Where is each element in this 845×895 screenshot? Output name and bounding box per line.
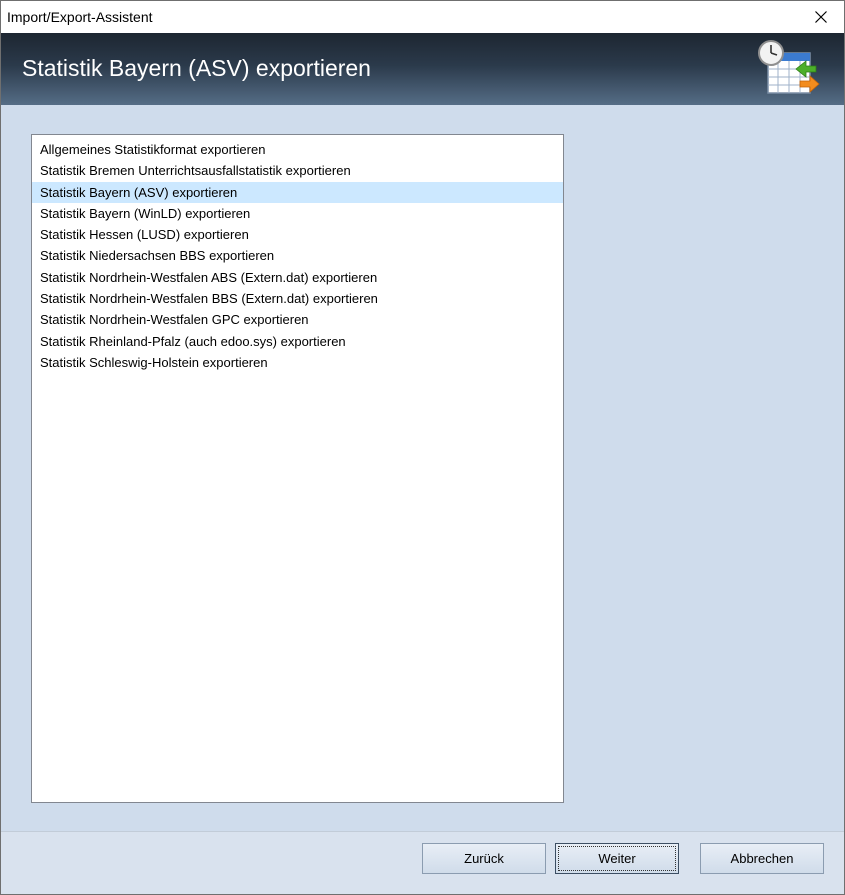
back-button[interactable]: Zurück xyxy=(422,843,546,874)
list-item[interactable]: Statistik Rheinland-Pfalz (auch edoo.sys… xyxy=(32,331,563,352)
list-item[interactable]: Statistik Nordrhein-Westfalen ABS (Exter… xyxy=(32,267,563,288)
list-item[interactable]: Statistik Bremen Unterrichtsausfallstati… xyxy=(32,160,563,181)
button-bar: Zurück Weiter Abbrechen xyxy=(1,831,844,894)
wizard-header: Statistik Bayern (ASV) exportieren xyxy=(1,33,844,105)
page-title: Statistik Bayern (ASV) exportieren xyxy=(22,55,371,81)
list-item[interactable]: Statistik Hessen (LUSD) exportieren xyxy=(32,224,563,245)
import-export-wizard-window: Import/Export-Assistent Statistik Bayern… xyxy=(0,0,845,895)
list-item[interactable]: Statistik Bayern (ASV) exportieren xyxy=(32,181,563,203)
title-bar: Import/Export-Assistent xyxy=(1,1,844,33)
list-item[interactable]: Statistik Bayern (WinLD) exportieren xyxy=(32,203,563,224)
focus-rectangle xyxy=(558,846,676,871)
list-items: Allgemeines Statistikformat exportieren S… xyxy=(32,135,563,373)
cancel-button[interactable]: Abbrechen xyxy=(700,843,824,874)
list-item[interactable]: Statistik Nordrhein-Westfalen GPC export… xyxy=(32,309,563,330)
calendar-clock-export-icon xyxy=(758,40,820,94)
list-item[interactable]: Statistik Nordrhein-Westfalen BBS (Exter… xyxy=(32,288,563,309)
list-item[interactable]: Allgemeines Statistikformat exportieren xyxy=(32,139,563,160)
close-icon xyxy=(815,11,827,23)
list-item[interactable]: Statistik Niedersachsen BBS exportieren xyxy=(32,245,563,266)
next-button[interactable]: Weiter xyxy=(555,843,679,874)
statistics-format-list[interactable]: Allgemeines Statistikformat exportieren S… xyxy=(31,134,564,803)
close-button[interactable] xyxy=(798,1,844,33)
window-title: Import/Export-Assistent xyxy=(7,9,153,25)
list-item[interactable]: Statistik Schleswig-Holstein exportieren xyxy=(32,352,563,373)
